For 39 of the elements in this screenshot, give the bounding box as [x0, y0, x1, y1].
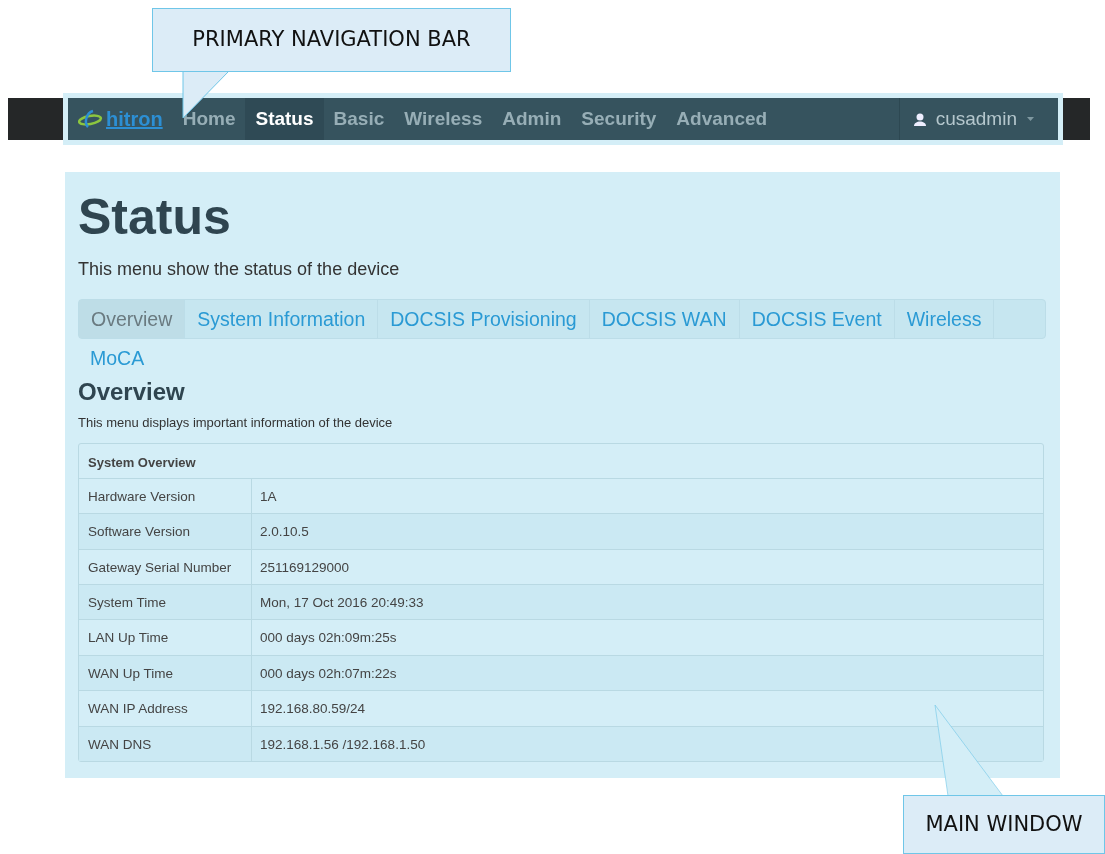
table-cell-text: 000 days 02h:07m:22s	[259, 664, 398, 683]
table-cell-text: 192.168.1.56 /192.168.1.50	[259, 735, 427, 754]
callout-label: MAIN WINDOW	[903, 795, 1105, 854]
tab[interactable]: Overview	[79, 300, 186, 338]
caret-icon	[1027, 117, 1034, 121]
nav-item[interactable]: Basic	[323, 98, 395, 140]
section-description: This menu displays important information of the device	[78, 414, 394, 433]
tab[interactable]: DOCSIS WAN	[589, 300, 740, 338]
table-cell-text: 000 days 02h:09m:25s	[259, 629, 398, 648]
nav-item[interactable]: Wireless	[394, 98, 493, 140]
table-cell: LAN Up Time	[79, 620, 252, 655]
page-title: Status	[78, 192, 232, 242]
table-cell-text: 1A	[259, 487, 278, 506]
logo-swoosh-icon	[78, 109, 104, 129]
table-cell: WAN DNS	[79, 726, 252, 761]
tab[interactable]: DOCSIS Provisioning	[378, 300, 590, 338]
user-icon	[913, 112, 926, 126]
nav-item[interactable]: Status	[245, 98, 324, 140]
table-cell: Software Version	[79, 514, 252, 549]
tab[interactable]: MoCA	[78, 339, 157, 377]
user-menu[interactable]: cusadmin	[898, 98, 1058, 140]
brand-logo[interactable]: hitron	[68, 98, 173, 140]
table-cell: WAN Up Time	[79, 655, 252, 691]
table-cell: System Time	[79, 585, 252, 620]
table-cell-text: 251169129000	[259, 558, 351, 577]
table-title: System Overview	[87, 453, 197, 472]
page-subtitle: This menu show the status of the device	[78, 258, 401, 281]
tab[interactable]: Wireless	[894, 300, 995, 338]
tab[interactable]: DOCSIS Event	[739, 300, 895, 338]
nav-item[interactable]: Admin	[492, 98, 572, 140]
table-cell-text: 2.0.10.5	[259, 523, 310, 542]
section-title: Overview	[78, 379, 186, 406]
table-cell-text: 192.168.80.59/24	[259, 700, 367, 719]
table-cell-text: Mon, 17 Oct 2016 20:49:33	[259, 594, 425, 613]
tab[interactable]: System Information	[185, 300, 379, 338]
nav-item[interactable]: Advanced	[666, 98, 778, 140]
nav-item[interactable]: Security	[571, 98, 667, 140]
table-cell: WAN IP Address	[79, 691, 252, 726]
nav-item[interactable]: Home	[172, 98, 246, 140]
